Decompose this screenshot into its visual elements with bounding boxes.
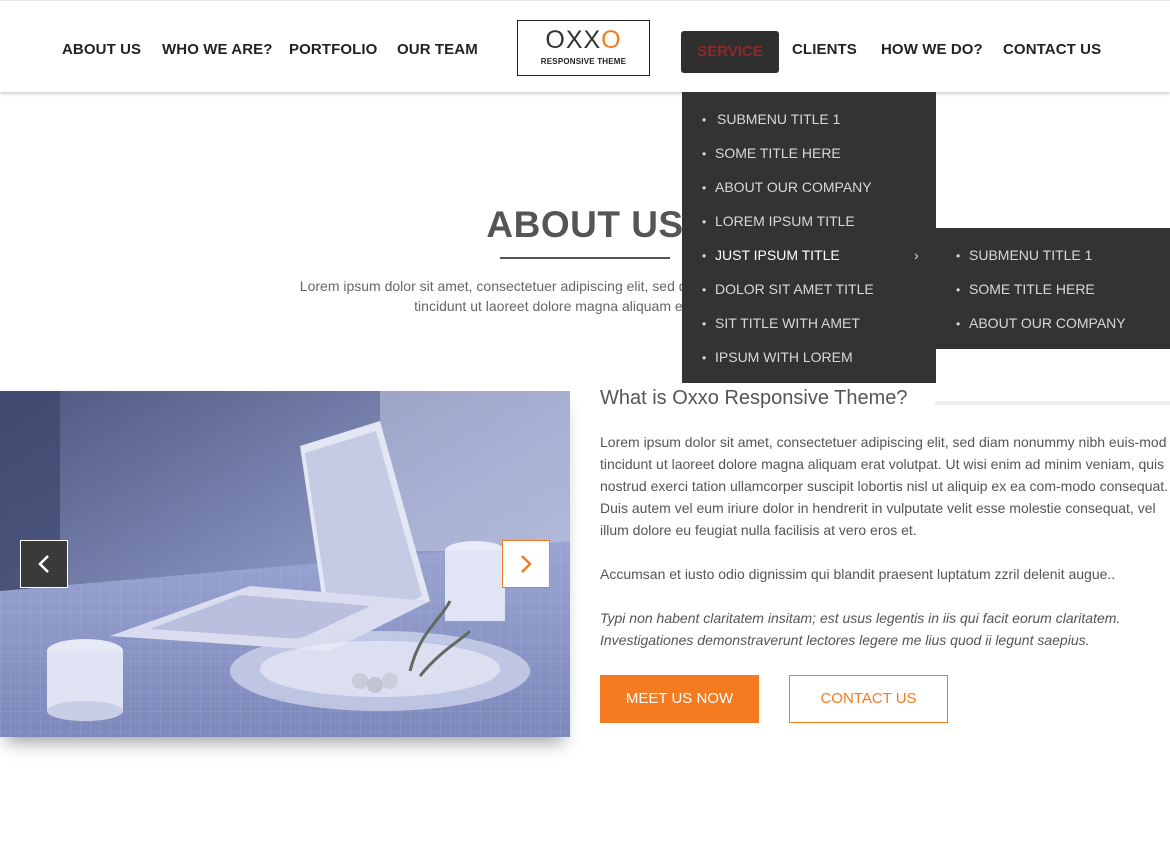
nav-about-us[interactable]: ABOUT US bbox=[62, 41, 141, 58]
slider-next-button[interactable] bbox=[502, 540, 550, 588]
nav-who-we-are[interactable]: WHO WE ARE? bbox=[162, 41, 273, 58]
dropdown-item[interactable]: • SOME TITLE HERE bbox=[702, 145, 841, 165]
dropdown-item-active[interactable]: • JUST IPSUM TITLE bbox=[702, 247, 840, 267]
chevron-right-icon bbox=[521, 555, 532, 573]
contact-us-button[interactable]: CONTACT US bbox=[789, 675, 948, 723]
dropdown-item[interactable]: • ABOUT OUR COMPANY bbox=[702, 179, 872, 199]
site-header: ABOUT US WHO WE ARE? PORTFOLIO OUR TEAM … bbox=[0, 0, 1170, 92]
nav-how-we-do[interactable]: HOW WE DO? bbox=[881, 41, 983, 58]
logo-wordmark: OXXO bbox=[545, 26, 622, 54]
feature-paragraph-2: Accumsan et iusto odio dignissim qui bla… bbox=[600, 566, 1116, 582]
slider-prev-button[interactable] bbox=[20, 540, 68, 588]
laptop-desk-photo bbox=[0, 391, 570, 737]
nav-service-active[interactable]: SERVICE bbox=[681, 31, 779, 73]
feature-paragraph-1: Lorem ipsum dolor sit amet, consectetuer… bbox=[600, 434, 1169, 538]
chevron-left-icon bbox=[38, 555, 49, 573]
title-underline bbox=[500, 257, 670, 259]
nav-service-label: SERVICE bbox=[697, 43, 763, 60]
nav-portfolio[interactable]: PORTFOLIO bbox=[289, 41, 377, 58]
dropdown-item[interactable]: • DOLOR SIT AMET TITLE bbox=[702, 281, 874, 301]
feature-heading: What is Oxxo Responsive Theme? bbox=[600, 387, 918, 410]
feature-paragraph-3: Typi non habent claritatem insitam; est … bbox=[600, 610, 1121, 648]
dropdown-item[interactable]: • SUBMENU TITLE 1 bbox=[702, 111, 840, 131]
dropdown-item[interactable]: • LOREM IPSUM TITLE bbox=[702, 213, 855, 233]
chevron-right-icon: › bbox=[914, 247, 919, 263]
nested-submenu: • SUBMENU TITLE 1 • SOME TITLE HERE • ABOUT… bbox=[936, 228, 1170, 349]
heading-rule bbox=[935, 401, 1170, 405]
image-slider[interactable] bbox=[0, 391, 570, 737]
nav-our-team[interactable]: OUR TEAM bbox=[397, 41, 478, 58]
services-dropdown: • SUBMENU TITLE 1 • SOME TITLE HERE • ABOUT… bbox=[682, 92, 936, 383]
logo-tagline: RESPONSIVE THEME bbox=[540, 57, 627, 66]
logo[interactable]: OXXO RESPONSIVE THEME bbox=[517, 20, 650, 76]
submenu-item[interactable]: • SOME TITLE HERE bbox=[956, 281, 1095, 297]
nav-clients[interactable]: CLIENTS bbox=[792, 41, 857, 58]
submenu-item[interactable]: • SUBMENU TITLE 1 bbox=[956, 247, 1092, 263]
submenu-item[interactable]: • ABOUT OUR COMPANY bbox=[956, 315, 1126, 331]
dropdown-item[interactable]: • IPSUM WITH LOREM bbox=[702, 349, 853, 369]
nav-contact-us[interactable]: CONTACT US bbox=[1003, 41, 1101, 58]
meet-us-now-button[interactable]: MEET US NOW bbox=[600, 675, 759, 723]
dropdown-item[interactable]: • SIT TITLE WITH AMET bbox=[702, 315, 860, 335]
